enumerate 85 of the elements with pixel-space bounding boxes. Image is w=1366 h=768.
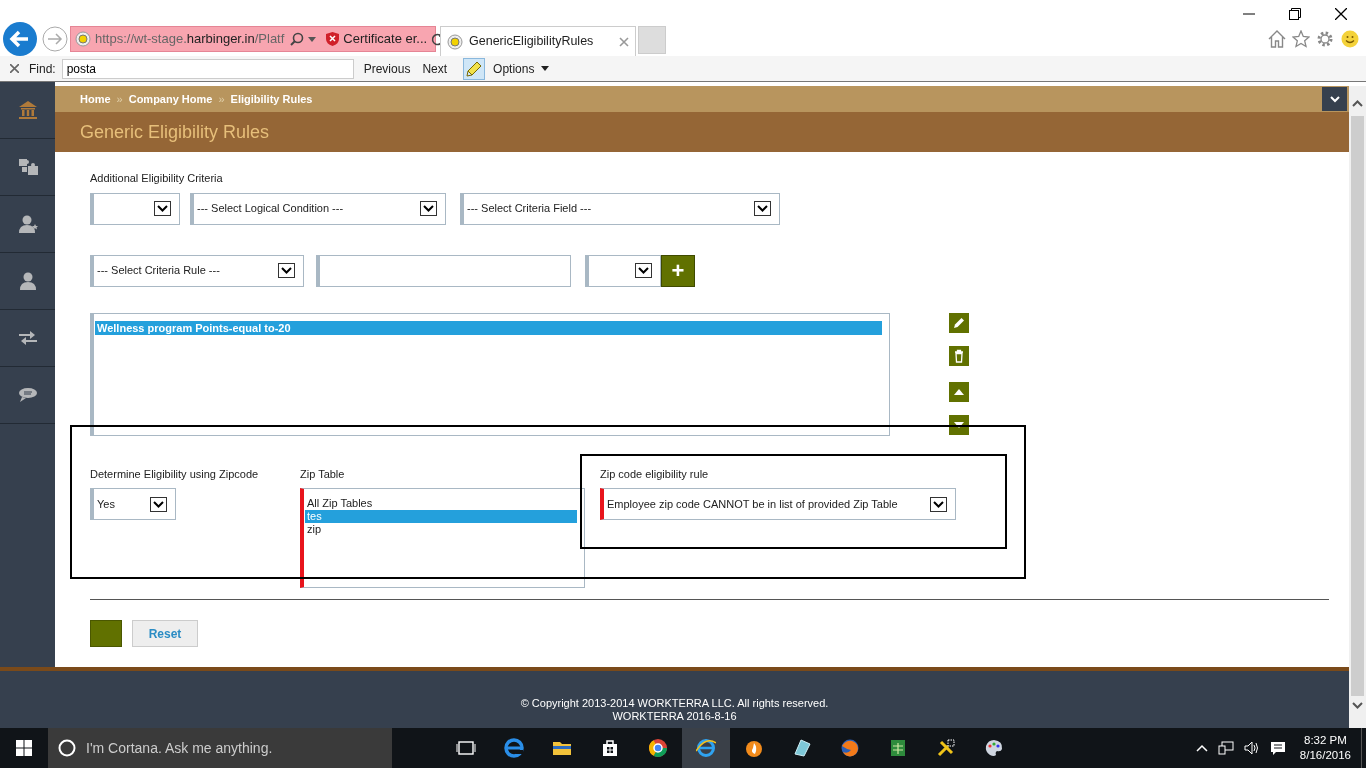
page-title: Generic Eligibility Rules: [55, 112, 1349, 152]
certificate-error-link[interactable]: Certificate er...: [343, 29, 428, 49]
highlighter-icon[interactable]: [463, 57, 486, 80]
zip-table-list[interactable]: All Zip Tables tes zip: [300, 488, 585, 588]
shopping-bag-icon[interactable]: [600, 738, 620, 758]
smiley-icon[interactable]: [1341, 30, 1359, 48]
swap-arrows-icon[interactable]: [17, 328, 38, 348]
browser-e-icon[interactable]: [504, 738, 524, 758]
triangle-up-button[interactable]: [949, 381, 969, 402]
restore-icon[interactable]: [1289, 8, 1301, 20]
footer-text: © Copyright 2013-2014 WORKTERRA LLC. All rights reserved.: [519, 697, 830, 710]
error-shield-icon: [326, 32, 340, 46]
select-field[interactable]: Employee zip code CANNOT be in list of provided Zip Table: [600, 488, 956, 520]
message-icon[interactable]: [1269, 740, 1286, 756]
spreadsheet-icon[interactable]: [888, 738, 908, 758]
circle-icon: [58, 739, 76, 757]
star-icon[interactable]: [1292, 30, 1310, 48]
chevron-up-icon[interactable]: [1352, 100, 1363, 107]
round-logo-icon[interactable]: [648, 738, 668, 758]
network-icon[interactable]: [1217, 741, 1234, 755]
caret-icon: [154, 201, 171, 216]
tools-icon[interactable]: [936, 738, 956, 758]
select-field[interactable]: [90, 192, 180, 225]
settings-icon[interactable]: [1316, 30, 1334, 48]
home-icon[interactable]: [17, 100, 38, 120]
text-field[interactable]: [316, 254, 571, 287]
trash-button[interactable]: [949, 345, 969, 366]
find-field[interactable]: posta: [61, 58, 354, 79]
triangle-up-icon: [954, 388, 964, 395]
caret-icon: [150, 496, 167, 512]
task-view-icon[interactable]: [456, 738, 476, 758]
home-icon[interactable]: [1268, 30, 1286, 48]
find-label: Find:: [29, 60, 56, 78]
select-field[interactable]: --- Select Logical Condition ---: [190, 192, 446, 225]
caret-icon: [930, 496, 947, 512]
speaker-icon[interactable]: [1243, 741, 1260, 755]
list-option[interactable]: zip: [305, 523, 577, 536]
breadcrumb-separator: »: [116, 91, 123, 107]
triangle-down-button[interactable]: [949, 414, 969, 435]
select-field[interactable]: --- Select Criteria Rule ---: [90, 254, 304, 287]
field-label: Determine Eligibility using Zipcode: [90, 466, 260, 482]
slanted-tile-icon[interactable]: [792, 738, 812, 758]
site-badge-icon: [75, 31, 91, 47]
section-label: Additional Eligibility Criteria: [90, 171, 224, 186]
scrollbar-thumb[interactable]: [1351, 116, 1364, 696]
browser-e-icon[interactable]: [696, 738, 716, 758]
speech-bubble-icon[interactable]: [17, 385, 38, 405]
options-button[interactable]: Options: [493, 59, 535, 78]
select-field[interactable]: Yes: [90, 488, 176, 520]
next-button[interactable]: Next: [422, 59, 448, 78]
address-url[interactable]: https://wt-stage.harbinger.in/Platf: [95, 29, 285, 49]
person-star-icon[interactable]: [17, 214, 38, 234]
caret-icon: [420, 201, 437, 216]
dropdown-toggle[interactable]: [1322, 87, 1347, 111]
search-field[interactable]: I'm Cortana. Ask me anything.: [48, 728, 392, 768]
field-label: Zip Table: [300, 466, 346, 482]
chevron-down-icon: [1329, 95, 1340, 103]
caret-icon: [635, 263, 652, 278]
close-icon[interactable]: [1335, 8, 1347, 20]
footer-text: WORKTERRA 2016-8-16: [611, 710, 738, 723]
caret-icon: [278, 263, 295, 278]
search-icon[interactable]: [290, 32, 305, 46]
previous-button[interactable]: Previous: [363, 59, 411, 78]
flame-icon[interactable]: [744, 738, 764, 758]
edit-pencil-button[interactable]: [949, 312, 969, 333]
site-badge-icon: [447, 33, 463, 50]
list-option[interactable]: All Zip Tables: [305, 497, 577, 510]
puzzle-pieces-icon[interactable]: [17, 157, 38, 177]
field-label: Zip code eligibility rule: [600, 466, 710, 482]
select-field[interactable]: [585, 254, 661, 287]
scrollbar[interactable]: [1349, 86, 1366, 728]
person-icon[interactable]: [17, 271, 38, 291]
breadcrumb-separator: »: [218, 91, 225, 107]
paint-palette-icon[interactable]: [984, 738, 1004, 758]
triangle-down-icon: [954, 421, 964, 428]
browser-tab[interactable]: GenericEligibilityRules: [440, 26, 636, 56]
clock-date[interactable]: 8/16/2016: [1299, 748, 1351, 763]
clock-time[interactable]: 8:32 PM: [1299, 733, 1351, 748]
windows-logo-icon[interactable]: [16, 740, 32, 756]
fox-globe-icon[interactable]: [840, 738, 860, 758]
add-button[interactable]: +: [661, 254, 695, 287]
caret-icon[interactable]: [541, 66, 550, 71]
select-field[interactable]: --- Select Criteria Field ---: [460, 192, 780, 225]
chevron-down-icon[interactable]: [1352, 702, 1363, 709]
caret-icon: [754, 201, 771, 216]
